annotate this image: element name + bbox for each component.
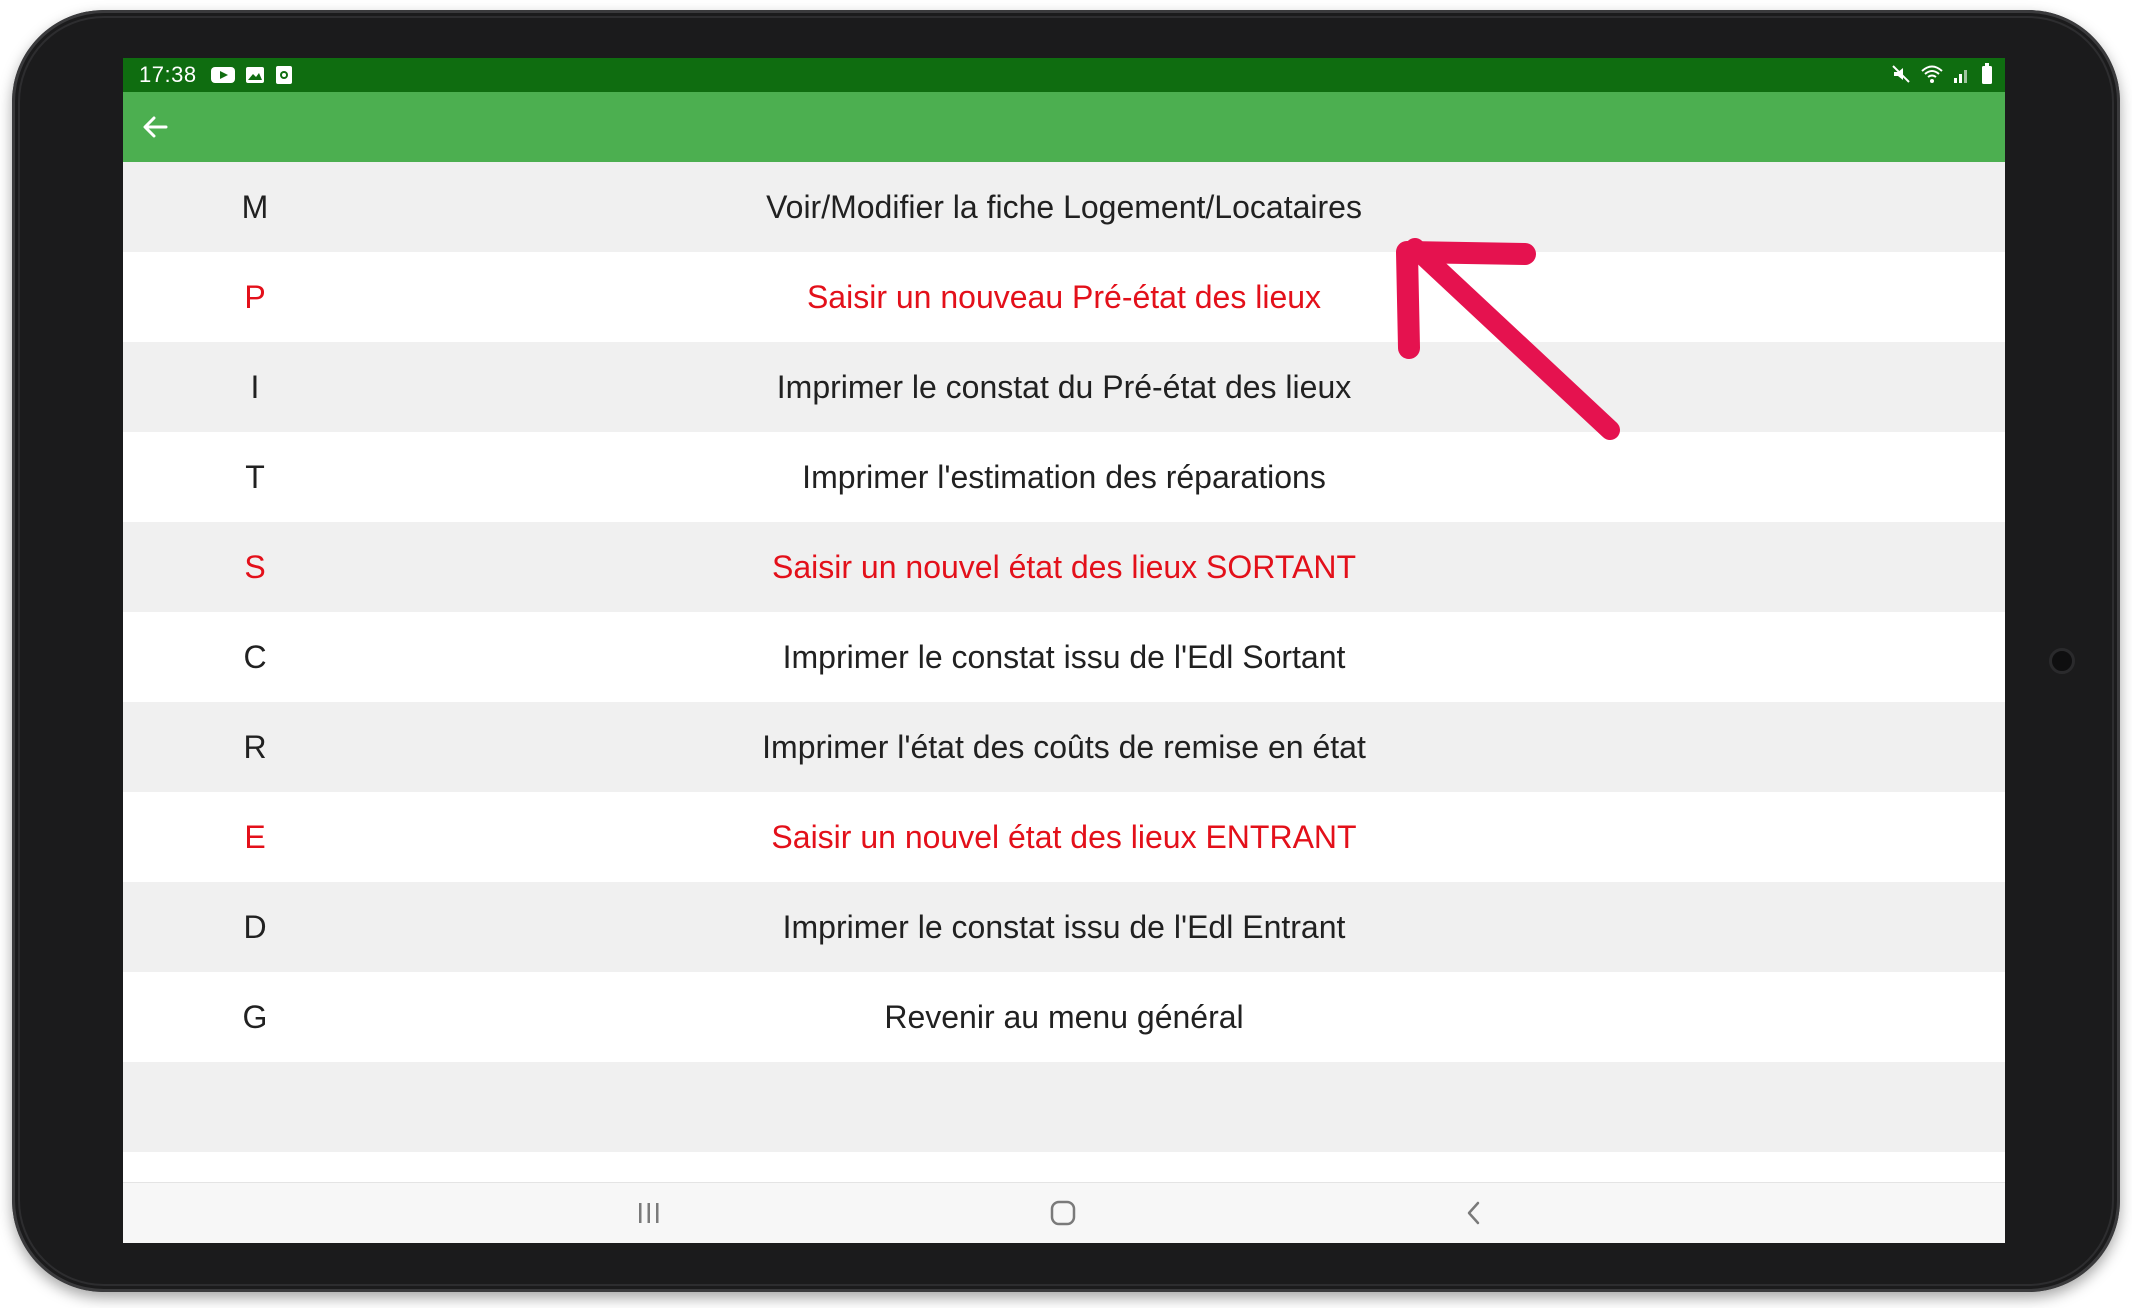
back-icon[interactable] xyxy=(1454,1193,1494,1233)
status-notification-icons xyxy=(210,65,293,85)
wifi-icon xyxy=(1921,64,1943,84)
menu-item-label: Imprimer l'estimation des réparations xyxy=(802,458,1326,495)
menu-item-d[interactable]: D Imprimer le constat issu de l'Edl Entr… xyxy=(123,882,2005,972)
screenshot-icon xyxy=(275,65,293,85)
arrow-left-icon[interactable] xyxy=(133,105,177,149)
menu-item-p[interactable]: P Saisir un nouveau Pré-état des lieux xyxy=(123,252,2005,342)
menu-item-label: Imprimer le constat issu de l'Edl Entran… xyxy=(782,908,1346,945)
status-time: 17:38 xyxy=(139,62,197,87)
menu-item-label: Saisir un nouvel état des lieux SORTANT xyxy=(772,548,1356,585)
menu-item-s[interactable]: S Saisir un nouvel état des lieux SORTAN… xyxy=(123,522,2005,612)
status-bar: 17:38 xyxy=(123,58,2005,92)
menu-item-e[interactable]: E Saisir un nouvel état des lieux ENTRAN… xyxy=(123,792,2005,882)
menu-item-label: Imprimer l'état des coûts de remise en é… xyxy=(762,728,1366,765)
front-camera xyxy=(2049,648,2075,674)
gallery-icon xyxy=(245,66,265,84)
app-bar xyxy=(123,92,2005,162)
menu-item-g[interactable]: G Revenir au menu général xyxy=(123,972,2005,1062)
menu-item-label: Saisir un nouvel état des lieux ENTRANT xyxy=(771,818,1357,855)
menu-item-m[interactable]: M Voir/Modifier la fiche Logement/Locata… xyxy=(123,162,2005,252)
status-system-icons xyxy=(1891,63,1993,85)
empty-row xyxy=(123,1062,2005,1152)
menu-item-i[interactable]: I Imprimer le constat du Pré-état des li… xyxy=(123,342,2005,432)
recent-apps-icon[interactable] xyxy=(629,1193,669,1233)
system-nav-bar xyxy=(123,1182,2005,1243)
home-icon[interactable] xyxy=(1043,1193,1083,1233)
menu-item-label: Saisir un nouveau Pré-état des lieux xyxy=(806,278,1322,315)
menu-item-label: Revenir au menu général xyxy=(884,998,1244,1035)
youtube-icon xyxy=(210,66,235,84)
menu-item-label: Voir/Modifier la fiche Logement/Locatair… xyxy=(766,188,1362,225)
signal-icon xyxy=(1953,64,1971,84)
menu-item-label: Imprimer le constat du Pré-état des lieu… xyxy=(776,368,1352,405)
menu-list: M Voir/Modifier la fiche Logement/Locata… xyxy=(123,162,2005,1152)
menu-item-label: Imprimer le constat issu de l'Edl Sortan… xyxy=(782,638,1346,675)
screen: 17:38 M Voir/Modifier la fiche Logement/… xyxy=(123,58,2005,1243)
battery-icon xyxy=(1981,63,1993,85)
mute-icon xyxy=(1891,64,1911,84)
menu-item-c[interactable]: C Imprimer le constat issu de l'Edl Sort… xyxy=(123,612,2005,702)
menu-item-t[interactable]: T Imprimer l'estimation des réparations xyxy=(123,432,2005,522)
menu-item-r[interactable]: R Imprimer l'état des coûts de remise en… xyxy=(123,702,2005,792)
